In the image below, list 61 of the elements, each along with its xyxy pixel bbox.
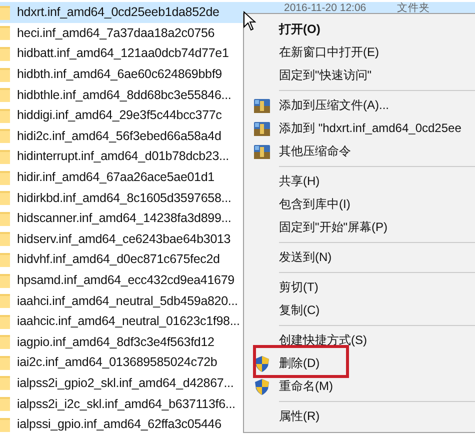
menu-item[interactable]: 发送到(N) <box>244 246 475 269</box>
file-name: iai2c.inf_amd64_013689585024c72b <box>17 355 218 370</box>
file-name: hdxrt.inf_amd64_0cd25eeb1da852de <box>17 5 220 20</box>
file-name: ialpss2i_i2c_skl.inf_amd64_b637113f6... <box>17 396 236 411</box>
file-name: hidscanner.inf_amd64_14238fa3d899... <box>17 211 232 226</box>
menu-item[interactable]: 添加到压缩文件(A)... <box>244 94 475 117</box>
folder-icon <box>0 354 10 370</box>
menu-item[interactable]: 固定到"开始"屏幕(P) <box>244 216 475 239</box>
file-type: 文件夹 <box>397 2 430 14</box>
shield-icon <box>254 356 268 372</box>
folder-icon <box>0 170 10 185</box>
file-name: hidirkbd.inf_amd64_8c1605d3597658... <box>17 190 232 205</box>
folder-icon <box>0 334 10 350</box>
folder-icon <box>0 108 10 123</box>
file-name: hidbthle.inf_amd64_8dd68bc3e55846... <box>17 88 232 102</box>
menu-item[interactable]: 重命名(M) <box>244 375 475 398</box>
file-name: ialpss2i_gpio2_skl.inf_amd64_d42867... <box>17 376 235 390</box>
cursor-icon <box>243 11 256 31</box>
folder-icon <box>0 128 10 144</box>
file-name: hiddigi.inf_amd64_29e3f5c44bcc377c <box>17 108 223 122</box>
folder-icon <box>0 416 10 432</box>
folder-icon <box>0 293 10 308</box>
file-name: hidserv.inf_amd64_ce6243bae64b3013 <box>17 232 232 246</box>
menu-item[interactable]: 删除(D) <box>244 352 475 375</box>
file-name: iaahci.inf_amd64_neutral_5db459a820... <box>17 294 239 308</box>
folder-icon <box>0 396 10 412</box>
file-name: iagpio.inf_amd64_8df3c3e4f563fd12 <box>17 334 216 349</box>
file-name: iaahcic.inf_amd64_neutral_01623c1f98... <box>17 314 241 328</box>
menu-item[interactable]: 固定到"快速访问" <box>244 64 475 87</box>
menu-item[interactable]: 包含到库中(I) <box>244 193 475 216</box>
menu-item[interactable]: 在新窗口中打开(E) <box>244 41 475 64</box>
file-name: heci.inf_amd64_7a37daa18a2c0756 <box>17 26 216 40</box>
folder-icon <box>0 148 10 164</box>
folder-icon <box>0 210 10 226</box>
shield-icon <box>254 378 268 394</box>
file-date: 2016-11-20 12:06 <box>284 2 366 14</box>
folder-icon <box>0 272 10 288</box>
file-name: hpsamd.inf_amd64_ecc432cd9ea41679 <box>17 273 236 288</box>
folder-icon <box>0 4 10 20</box>
folder-icon <box>0 231 10 246</box>
folder-icon <box>0 87 10 102</box>
file-name: hidvhf.inf_amd64_d0ec871c675fec2d <box>17 252 221 266</box>
menu-item[interactable]: 复制(C) <box>244 299 475 322</box>
folder-icon <box>0 314 10 329</box>
file-name: hidir.inf_amd64_67aa26ace5ae01d1 <box>17 170 216 184</box>
file-name: hidinterrupt.inf_amd64_d01b78dcb23... <box>17 149 230 164</box>
file-name: hidi2c.inf_amd64_56f3ebed66a58a4d <box>17 128 222 143</box>
folder-icon <box>0 46 10 61</box>
folder-icon <box>0 190 10 206</box>
folder-icon <box>0 25 10 40</box>
file-name: ialpssi_gpio.inf_amd64_62ffa3c05446 <box>17 417 222 432</box>
file-name: hidbth.inf_amd64_6ae60c624869bbf9 <box>17 67 223 82</box>
menu-item[interactable]: 添加到 "hdxrt.inf_amd64_0cd25ee <box>244 117 475 140</box>
menu-item[interactable]: 属性(R) <box>244 405 475 428</box>
file-name: hidbatt.inf_amd64_121aa0dcb74d77e1 <box>17 46 230 60</box>
folder-icon <box>0 375 10 390</box>
folder-icon <box>0 252 10 267</box>
archive-icon <box>254 144 270 158</box>
folder-icon <box>0 66 10 82</box>
archive-icon <box>254 122 270 136</box>
archive-icon <box>254 98 270 112</box>
